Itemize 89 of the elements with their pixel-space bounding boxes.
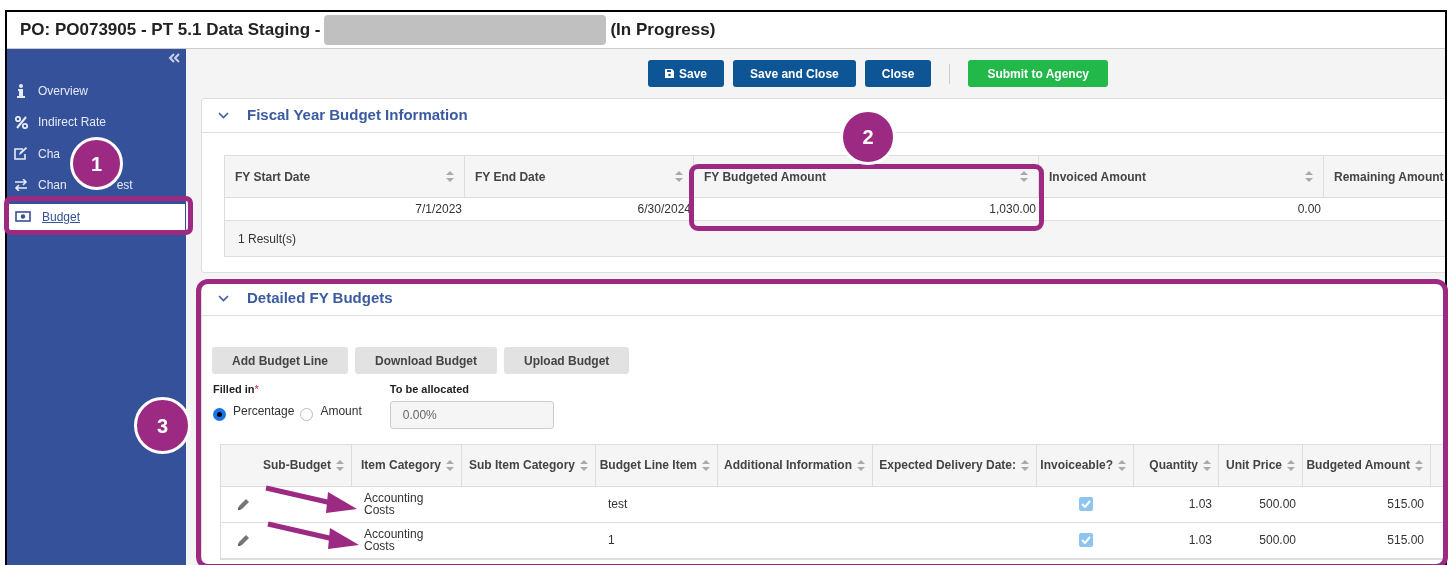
panel-title: Fiscal Year Budget Information bbox=[247, 105, 468, 126]
arrow-icon bbox=[264, 484, 359, 514]
sidebar-label: Chan bbox=[38, 177, 67, 195]
check-icon bbox=[1080, 536, 1091, 544]
table-cell-text: 0.00 bbox=[1296, 201, 1322, 218]
sort-icon bbox=[1118, 459, 1126, 471]
sort-icon bbox=[1203, 459, 1211, 471]
result-count: 1 Result(s) bbox=[238, 230, 296, 248]
table-cell-text: 500.00 bbox=[1259, 532, 1296, 549]
column-header[interactable]: Budget Line Item bbox=[599, 456, 710, 474]
toolbar-button[interactable]: Save bbox=[648, 60, 725, 87]
banknote-icon bbox=[15, 211, 31, 223]
check-icon bbox=[1080, 500, 1091, 508]
table-cell-text: 1.03 bbox=[1188, 496, 1212, 513]
table-cell-text: 500.00 bbox=[1259, 496, 1296, 513]
panel-title: Detailed FY Budgets bbox=[247, 288, 393, 309]
required-mark: * bbox=[254, 382, 259, 397]
info-icon bbox=[15, 83, 27, 98]
column-header[interactable]: Invoiceable? bbox=[1040, 456, 1126, 474]
table-cell-text: 515.00 bbox=[1387, 496, 1424, 513]
save-icon bbox=[665, 69, 674, 78]
sidebar-label: Overview bbox=[38, 82, 88, 100]
column-header[interactable]: Sub-Budget bbox=[263, 456, 344, 474]
sort-icon bbox=[1021, 459, 1029, 471]
table-cell-text: 7/1/2023 bbox=[414, 201, 463, 218]
table-cell-text: 1,030.00 bbox=[988, 201, 1037, 218]
field-label: To be allocated bbox=[389, 382, 470, 397]
swap-arrows-icon bbox=[14, 179, 28, 192]
sort-icon bbox=[1305, 171, 1313, 182]
sort-icon bbox=[1415, 459, 1423, 471]
field-label: Filled in bbox=[213, 382, 255, 397]
table-cell-text: 515.00 bbox=[1387, 532, 1424, 549]
table-cell-text: 1 bbox=[608, 532, 615, 549]
column-header[interactable]: FY End Date bbox=[475, 167, 683, 186]
sidebar-item[interactable]: Chan bbox=[7, 176, 67, 195]
sidebar-label: Cha bbox=[38, 145, 60, 163]
allocation-field[interactable]: 0.00% bbox=[389, 400, 554, 429]
table-cell-text: test bbox=[608, 496, 628, 513]
sidebar-item[interactable]: Indirect Rate bbox=[7, 113, 107, 132]
sort-icon bbox=[675, 171, 683, 182]
table-cell-text: 6/30/2024 bbox=[636, 201, 692, 218]
sort-icon bbox=[857, 459, 865, 471]
column-header[interactable]: FY Budgeted Amount bbox=[704, 167, 1028, 186]
radio-label: Amount bbox=[320, 403, 362, 420]
sidebar-label: est bbox=[116, 177, 133, 195]
toolbar-button[interactable]: Save and Close bbox=[733, 60, 856, 87]
sort-icon bbox=[1287, 459, 1295, 471]
action-button[interactable]: Upload Budget bbox=[504, 347, 630, 374]
sort-icon bbox=[336, 459, 344, 471]
sidebar-item[interactable]: Overview bbox=[7, 81, 88, 100]
action-button[interactable]: Download Budget bbox=[355, 347, 497, 374]
sort-icon bbox=[446, 459, 454, 471]
column-header[interactable]: Expected Delivery Date: bbox=[879, 456, 1029, 474]
sidebar-item[interactable]: Cha bbox=[7, 144, 60, 163]
table-cell-text: Accounting Costs bbox=[364, 528, 425, 552]
window-title: PO: PO073905 - PT 5.1 Data Staging - bbox=[20, 19, 321, 42]
edit-icon bbox=[14, 147, 28, 161]
column-header[interactable]: Additional Information bbox=[724, 456, 865, 474]
arrow-icon bbox=[266, 520, 361, 550]
sidebar-label: Indirect Rate bbox=[38, 114, 107, 132]
column-header[interactable]: Unit Price bbox=[1226, 456, 1295, 474]
radio-button[interactable] bbox=[213, 407, 226, 421]
column-header[interactable]: Quantity bbox=[1149, 456, 1211, 474]
panel-header[interactable]: Detailed FY Budgets bbox=[202, 282, 1445, 316]
sort-icon bbox=[446, 171, 454, 182]
action-button[interactable]: Add Budget Line bbox=[212, 347, 348, 374]
column-header[interactable]: FY Start Date bbox=[235, 167, 454, 186]
collapse-icon bbox=[168, 53, 180, 63]
radio-label: Percentage bbox=[233, 403, 295, 420]
checkbox[interactable] bbox=[1078, 497, 1093, 511]
table-cell-text: Accounting Costs bbox=[364, 492, 425, 516]
window-status: (In Progress) bbox=[610, 19, 716, 42]
pencil-icon bbox=[237, 497, 250, 511]
toolbar-button[interactable]: Close bbox=[864, 60, 932, 87]
column-header[interactable]: Budgeted Amount bbox=[1306, 456, 1423, 474]
sort-icon bbox=[580, 459, 588, 471]
sidebar-label: Budget bbox=[42, 208, 81, 226]
column-header[interactable]: Sub Item Category bbox=[468, 456, 588, 474]
table-cell-text: 1.03 bbox=[1188, 532, 1212, 549]
sort-icon bbox=[1020, 171, 1028, 182]
column-header[interactable]: Item Category bbox=[360, 456, 454, 474]
sidebar-item-selected[interactable]: Budget bbox=[9, 203, 185, 230]
percent-icon bbox=[14, 115, 28, 129]
pencil-icon bbox=[237, 533, 250, 547]
radio-button[interactable] bbox=[300, 407, 314, 421]
column-header[interactable]: Remaining Amount bbox=[1334, 167, 1445, 186]
column-header[interactable]: Invoiced Amount bbox=[1049, 167, 1313, 186]
checkbox[interactable] bbox=[1078, 533, 1093, 547]
sort-icon bbox=[702, 459, 710, 471]
